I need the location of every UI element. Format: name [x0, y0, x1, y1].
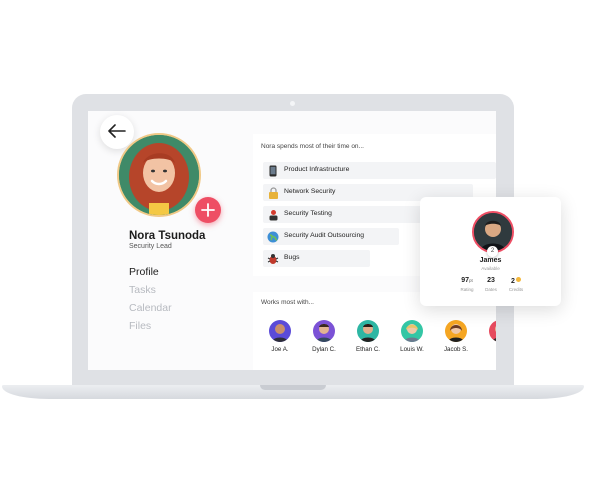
phone-icon	[267, 164, 279, 177]
globe-icon	[267, 230, 279, 243]
coworker-avatar[interactable]	[313, 320, 335, 342]
topic-label: Network Security	[284, 188, 336, 195]
stat-credits-value: 2	[501, 277, 531, 285]
laptop-base	[2, 385, 584, 399]
coworker-avatar[interactable]	[445, 320, 467, 342]
topic-label: Product Infrastructure	[284, 166, 350, 173]
coin-icon	[515, 277, 521, 282]
coworker-avatar[interactable]	[269, 320, 291, 342]
coworker-avatar[interactable]	[401, 320, 423, 342]
time-spent-title: Nora spends most of their time on...	[261, 143, 364, 150]
add-button[interactable]	[195, 197, 221, 223]
user-badge-icon	[267, 208, 279, 221]
nav-item-calendar[interactable]: Calendar	[129, 302, 172, 314]
coworker-name: Ethan C.	[355, 346, 381, 353]
nav-item-tasks[interactable]: Tasks	[129, 284, 156, 296]
coworker-name: Louis W.	[400, 346, 424, 353]
contact-status: Available	[481, 266, 500, 271]
profile-role: Security Lead	[129, 243, 172, 250]
coworker-name: Dylan C.	[312, 346, 336, 353]
plus-icon	[201, 203, 215, 217]
base-notch	[260, 385, 326, 390]
coworker-avatar[interactable]	[489, 320, 496, 342]
topic-row[interactable]: Security Audit Outsourcing	[263, 228, 399, 245]
nav-item-profile[interactable]: Profile	[129, 266, 159, 278]
topic-row[interactable]: Product Infrastructure	[263, 162, 496, 179]
topic-row[interactable]: Bugs	[263, 250, 370, 267]
avatar	[117, 133, 201, 217]
arrow-left-icon	[108, 124, 126, 138]
coworker-name: Jacob S.	[443, 346, 469, 353]
contact-badge: 2	[487, 246, 498, 257]
topic-label: Security Testing	[284, 210, 332, 217]
bug-icon	[267, 252, 279, 264]
works-with-title: Works most with...	[261, 299, 314, 306]
nav-item-files[interactable]: Files	[129, 320, 151, 332]
coworker-name: Joe A.	[271, 346, 289, 353]
camera-dot	[290, 101, 295, 106]
stat-credits-label: Credits	[508, 287, 524, 292]
profile-name: Nora Tsunoda	[129, 230, 206, 242]
lock-icon	[267, 186, 279, 199]
contact-name: James	[479, 257, 502, 264]
coworker-avatar[interactable]	[357, 320, 379, 342]
topic-label: Bugs	[284, 254, 300, 261]
topic-label: Security Audit Outsourcing	[284, 232, 365, 239]
coworker-name: Ju	[480, 346, 496, 353]
contact-card[interactable]: 2 James Available 97pt Rating 23 Dates 2…	[420, 197, 561, 306]
